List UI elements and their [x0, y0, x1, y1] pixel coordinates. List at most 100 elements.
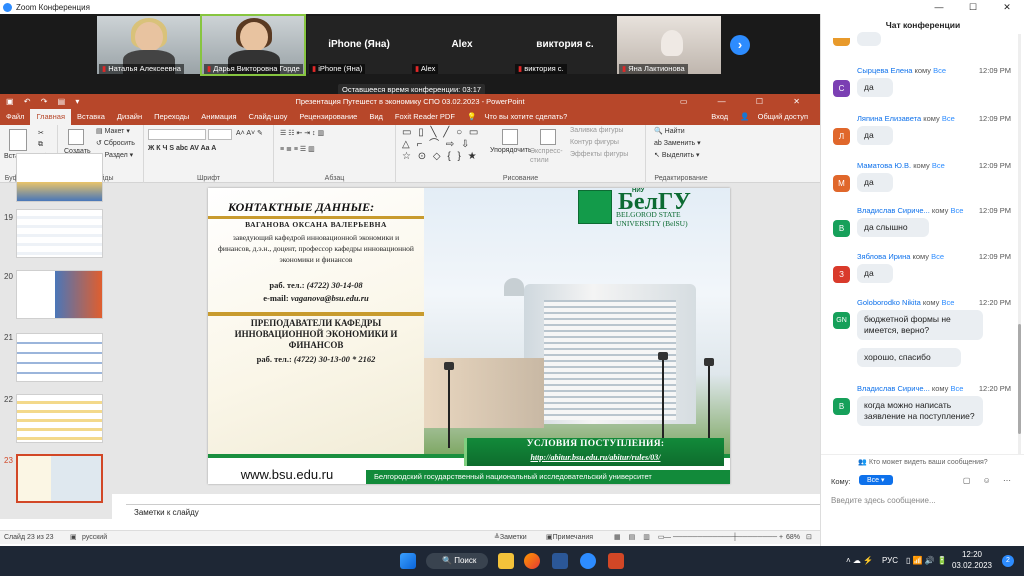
- tab-design[interactable]: Дизайн: [111, 109, 148, 125]
- participant-tile[interactable]: iPhone (Яна) ▮ iPhone (Яна): [307, 16, 411, 74]
- slide-thumbnail[interactable]: [16, 333, 103, 382]
- arrange-button[interactable]: Упорядочить: [490, 147, 532, 154]
- minimize-button[interactable]: —: [922, 0, 956, 14]
- sender-name[interactable]: Сырцева Елена: [857, 66, 912, 75]
- phone2-label: раб. тел.:: [256, 354, 292, 364]
- layout-button[interactable]: ▤ Макет ▾: [96, 127, 130, 135]
- select-button[interactable]: ↖ Выделить ▾: [654, 151, 700, 159]
- status-bar: Слайд 23 из 23 ▣ русский ≜ Заметки ▣ При…: [0, 530, 820, 544]
- street-lamp: [448, 368, 450, 448]
- font-size-combo[interactable]: [208, 129, 232, 140]
- font-grow-icons[interactable]: A˄ A˅ ✎: [236, 129, 263, 137]
- shape-effects-button[interactable]: Эффекты фигуры: [570, 151, 628, 158]
- chat-input[interactable]: Введите здесь сообщение...: [831, 496, 936, 505]
- slide-number: 19: [4, 213, 13, 222]
- spellcheck-icon[interactable]: ▣: [70, 531, 77, 545]
- shape-outline-button[interactable]: Контур фигуры: [570, 139, 619, 146]
- start-icon[interactable]: [400, 553, 416, 569]
- sender-name[interactable]: Зяблова Ирина: [857, 252, 910, 261]
- font-format-icons[interactable]: Ж К Ч S abc AV Aa A: [148, 145, 216, 152]
- slide-canvas[interactable]: КОНТАКТНЫЕ ДАННЫЕ: ВАГАНОВА ОКСАНА ВАЛЕР…: [208, 188, 730, 484]
- tab-slideshow[interactable]: Слайд-шоу: [243, 109, 294, 125]
- file-explorer-icon[interactable]: [498, 553, 514, 569]
- share-button[interactable]: 👤 Общий доступ: [734, 109, 820, 125]
- firefox-icon[interactable]: [524, 553, 540, 569]
- system-tray-icons[interactable]: ▯ 📶 🔊 🔋: [906, 556, 947, 565]
- street-lamp: [708, 364, 710, 448]
- paste-icon[interactable]: [9, 129, 27, 151]
- sender-name[interactable]: Маматова Ю.В.: [857, 161, 911, 170]
- shape-fill-button[interactable]: Заливка фигуры: [570, 127, 623, 134]
- admission-url[interactable]: http://abitur.bsu.edu.ru/abitur/rules/03…: [467, 451, 724, 464]
- word-icon[interactable]: [552, 553, 568, 569]
- who-can-see-link[interactable]: 👥 Кто может видеть ваши сообщения?: [821, 454, 1024, 466]
- chat-scrollbar[interactable]: [1018, 34, 1021, 454]
- input-language[interactable]: РУС: [882, 556, 898, 565]
- university-name: Белгородский государственный национальны…: [366, 470, 730, 484]
- replace-button[interactable]: ab Заменить ▾: [654, 139, 701, 147]
- tab-review[interactable]: Рецензирование: [293, 109, 363, 125]
- font-family-combo[interactable]: [148, 129, 206, 140]
- clock-time[interactable]: 12:20: [952, 550, 992, 559]
- clock-date[interactable]: 03.02.2023: [946, 561, 998, 570]
- slide-thumbnail[interactable]: [16, 153, 103, 202]
- sender-name[interactable]: Ляпина Елизавета: [857, 114, 921, 123]
- recipient-all: Все: [941, 298, 955, 307]
- chat-tools[interactable]: ▢ ☺ ⋯: [963, 476, 1016, 485]
- reset-button[interactable]: ↺ Сбросить: [96, 139, 135, 147]
- tab-foxit[interactable]: Foxit Reader PDF: [389, 109, 461, 125]
- tab-file[interactable]: Файл: [0, 109, 30, 125]
- participant-tile[interactable]: ▮ Яна Лактионова: [617, 16, 721, 74]
- participant-tile[interactable]: Alex ▮ Alex: [410, 16, 514, 74]
- maximize-button[interactable]: ☐: [956, 0, 990, 14]
- shapes-gallery[interactable]: ▭ ▯ ╲ ╱ ○ ▭ △ ⌐ ⌒ ⇨ ⇩ ☆ ⊙ ◇ { } ★: [402, 127, 486, 163]
- participant-tile-active[interactable]: ▮ Дарья Викторовна Горде: [200, 14, 306, 76]
- notes-pane[interactable]: Заметки к слайду: [126, 504, 820, 519]
- tab-home[interactable]: Главная: [30, 109, 71, 125]
- sender-name[interactable]: Владислав Сириче...: [857, 206, 930, 215]
- sign-in-link[interactable]: Вход: [705, 109, 734, 125]
- notification-badge[interactable]: 2: [1002, 555, 1014, 567]
- slide-thumbnail[interactable]: [16, 394, 103, 443]
- tab-transitions[interactable]: Переходы: [148, 109, 195, 125]
- participant-tile[interactable]: ▮ Наталья Алексеевна: [97, 16, 201, 74]
- fit-slide-icon[interactable]: ⊡: [806, 531, 812, 545]
- taskbar-search[interactable]: 🔍 Поиск: [426, 553, 488, 569]
- new-slide-icon[interactable]: [68, 129, 84, 145]
- zoom-level[interactable]: 68%: [786, 531, 800, 545]
- next-page-icon[interactable]: ›: [730, 35, 750, 55]
- zoom-taskbar-icon[interactable]: [580, 553, 596, 569]
- participant-tile[interactable]: виктория с. ▮ виктория с.: [513, 16, 617, 74]
- powerpoint-taskbar-icon[interactable]: [608, 553, 624, 569]
- quick-styles-button[interactable]: Экспресс-стили: [530, 147, 568, 165]
- recipient-select[interactable]: Все ▾: [859, 475, 893, 485]
- comments-toggle[interactable]: ▣ Примечания: [546, 531, 593, 545]
- arrange-icon[interactable]: [502, 129, 518, 145]
- list-icons[interactable]: ☰ ☷ ⇤ ⇥ ↕ ▥: [280, 129, 324, 137]
- slide-thumbnail[interactable]: [16, 209, 103, 258]
- slide-thumbnail[interactable]: [16, 270, 103, 319]
- language-indicator[interactable]: русский: [82, 531, 107, 545]
- zoom-titlebar: Zoom Конференция — ☐ ✕: [0, 0, 1024, 14]
- sender-name[interactable]: Goloborodko Nikita: [857, 298, 921, 307]
- close-button[interactable]: ✕: [990, 0, 1024, 14]
- tab-insert[interactable]: Вставка: [71, 109, 111, 125]
- find-button[interactable]: 🔍 Найти: [654, 127, 685, 135]
- to-word: кому: [923, 114, 940, 123]
- avatar: В: [833, 220, 850, 237]
- copy-icon[interactable]: ⧉: [38, 141, 43, 149]
- tell-me-input[interactable]: 💡 Что вы хотите сделать?: [461, 109, 579, 125]
- notes-toggle[interactable]: ≜ Заметки: [494, 531, 527, 545]
- tab-view[interactable]: Вид: [363, 109, 389, 125]
- quick-styles-icon[interactable]: [540, 129, 556, 145]
- sender-name[interactable]: Владислав Сириче...: [857, 384, 930, 393]
- group-font: A˄ A˅ ✎ Ж К Ч S abc AV Aa A Шрифт: [144, 125, 274, 183]
- slide-number: 22: [4, 395, 13, 404]
- slide-thumbnail-current[interactable]: [16, 454, 103, 503]
- ppt-window-controls[interactable]: ▭ — ☐ ✕: [680, 94, 814, 109]
- cut-icon[interactable]: ✂: [38, 129, 44, 137]
- zoom-slider[interactable]: — ────────────┼──────── +: [664, 531, 783, 545]
- align-icons[interactable]: ≡ ≣ ≡ ☰ ▥: [280, 145, 315, 153]
- tab-animation[interactable]: Анимация: [195, 109, 242, 125]
- tray-icons[interactable]: ˄ ☁ ⚡: [846, 556, 873, 565]
